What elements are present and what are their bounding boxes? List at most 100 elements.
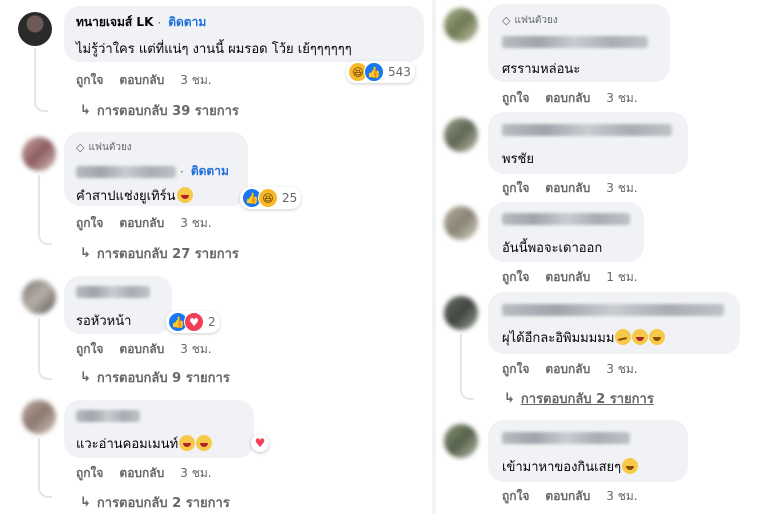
timestamp[interactable]: 1 ชม.	[606, 268, 637, 287]
reply-arrow-icon: ↳	[80, 103, 91, 118]
laughing-emoji-icon	[196, 435, 213, 451]
comment-actions: ถูกใจ ตอบกลับ 3 ชม.	[502, 179, 638, 198]
blurred-author-name[interactable]	[502, 36, 648, 48]
view-replies-label: การตอบกลับ 39 รายการ	[96, 104, 239, 119]
right-comment-column: ◇ แฟนตัวยง ศรรามหล่อนะ ถูกใจ ตอบกลับ 3 ช…	[438, 0, 774, 514]
reply-button[interactable]: ตอบกลับ	[119, 340, 164, 359]
comment-text-value: คำสาปแช่งยูเทิร์น	[76, 189, 176, 204]
reaction-summary[interactable]: 👍 ♥ 2	[166, 311, 220, 333]
reply-button[interactable]: ตอบกลับ	[545, 268, 590, 287]
blurred-author-name[interactable]	[76, 165, 176, 178]
timestamp[interactable]: 3 ชม.	[606, 89, 637, 108]
like-button[interactable]: ถูกใจ	[76, 464, 103, 483]
avatar[interactable]	[22, 400, 56, 434]
reply-arrow-icon: ↳	[80, 246, 91, 261]
view-replies-label: การตอบกลับ 2 รายการ	[96, 496, 230, 511]
reply-arrow-icon: ↳	[80, 370, 91, 385]
author-row	[502, 304, 724, 316]
comment-actions: ถูกใจ ตอบกลับ 3 ชม.	[76, 340, 212, 359]
reaction-count: 25	[282, 191, 298, 205]
author-row	[502, 213, 630, 225]
laughing-emoji-icon	[632, 329, 649, 345]
reaction-count: 543	[388, 65, 411, 79]
thread-line	[34, 48, 48, 112]
comment-text: ศรรามหล่อนะ	[502, 62, 581, 77]
comment-actions: ถูกใจ ตอบกลับ 3 ชม.	[502, 89, 638, 108]
blurred-author-name[interactable]	[76, 286, 150, 298]
comment-text: รอหัวหน้า	[76, 314, 132, 329]
blurred-author-name[interactable]	[76, 410, 140, 422]
follow-button[interactable]: ติดตาม	[168, 13, 206, 32]
reply-arrow-icon: ↳	[80, 495, 91, 510]
follow-button[interactable]: ติดตาม	[191, 162, 229, 181]
timestamp[interactable]: 3 ชม.	[180, 340, 211, 359]
avatar[interactable]	[444, 424, 478, 458]
comment-text: อันนี้พอจะเดาออก	[502, 241, 603, 256]
avatar[interactable]	[18, 12, 52, 46]
timestamp[interactable]: 3 ชม.	[606, 360, 637, 379]
view-replies-link[interactable]: ↳ การตอบกลับ 39 รายการ	[80, 100, 239, 121]
reaction-summary[interactable]: 😆 👍 543	[346, 61, 415, 83]
blurred-author-name[interactable]	[502, 213, 630, 225]
author-name[interactable]: ทนายเจมส์ LK	[76, 13, 153, 32]
timestamp[interactable]: 3 ชม.	[606, 179, 637, 198]
view-replies-label: การตอบกลับ 2 รายการ	[520, 392, 654, 407]
avatar[interactable]	[22, 280, 56, 314]
view-replies-link[interactable]: ↳ การตอบกลับ 9 รายการ	[80, 367, 230, 388]
comment-text: เข้ามาหาของกินเสยๆ	[502, 456, 639, 477]
like-button[interactable]: ถูกใจ	[76, 340, 103, 359]
comment-text: ไม่รู้ว่าใคร แต่ที่แน่ๆ งานนี้ ผมรอด โว้…	[76, 42, 352, 57]
love-reaction-icon[interactable]: ♥	[251, 434, 269, 452]
smirk-emoji-icon	[615, 329, 632, 345]
avatar[interactable]	[22, 137, 56, 171]
timestamp[interactable]: 3 ชม.	[180, 464, 211, 483]
diamond-badge-icon: ◇	[76, 141, 85, 154]
blurred-author-name[interactable]	[502, 124, 672, 136]
timestamp[interactable]: 3 ชม.	[180, 214, 211, 233]
like-button[interactable]: ถูกใจ	[502, 268, 529, 287]
avatar[interactable]	[444, 206, 478, 240]
fan-badge: ◇ แฟนตัวยง	[76, 140, 132, 155]
comment-text: ผุได้อีกละอิพิมมมมม	[502, 327, 666, 348]
author-row: ทนายเจมส์ LK · ติดตาม	[76, 13, 206, 32]
comment-text: พรชัย	[502, 152, 534, 167]
reply-button[interactable]: ตอบกลับ	[119, 214, 164, 233]
reply-button[interactable]: ตอบกลับ	[119, 71, 164, 90]
haha-reaction-icon: 😆	[258, 188, 278, 208]
grinning-emoji-icon	[622, 458, 639, 474]
avatar[interactable]	[444, 118, 478, 152]
thread-line	[38, 175, 52, 245]
like-button[interactable]: ถูกใจ	[76, 214, 103, 233]
view-replies-link[interactable]: ↳ การตอบกลับ 27 รายการ	[80, 243, 239, 264]
thread-line	[38, 318, 52, 380]
like-button[interactable]: ถูกใจ	[502, 179, 529, 198]
blurred-author-name[interactable]	[502, 432, 630, 444]
reply-button[interactable]: ตอบกลับ	[545, 89, 590, 108]
like-button[interactable]: ถูกใจ	[502, 89, 529, 108]
reply-button[interactable]: ตอบกลับ	[545, 360, 590, 379]
blurred-author-name[interactable]	[502, 304, 724, 316]
reply-button[interactable]: ตอบกลับ	[545, 179, 590, 198]
author-row	[76, 286, 150, 298]
comment-text-value: เข้ามาหาของกินเสยๆ	[502, 460, 622, 475]
comment-text-value: แวะอ่านคอมเมนท์	[76, 437, 179, 452]
reply-button[interactable]: ตอบกลับ	[119, 464, 164, 483]
view-replies-link[interactable]: ↳ การตอบกลับ 2 รายการ	[504, 388, 654, 409]
view-replies-link[interactable]: ↳ การตอบกลับ 2 รายการ	[80, 492, 230, 513]
comment-text: แวะอ่านคอมเมนท์	[76, 433, 213, 454]
column-divider	[432, 0, 436, 514]
fan-badge-label: แฟนตัวยง	[514, 15, 558, 26]
like-button[interactable]: ถูกใจ	[502, 360, 529, 379]
comment-actions: ถูกใจ ตอบกลับ 3 ชม.	[502, 487, 638, 506]
reaction-summary[interactable]: 👍 😆 25	[240, 187, 302, 209]
like-button[interactable]: ถูกใจ	[502, 487, 529, 506]
reply-button[interactable]: ตอบกลับ	[545, 487, 590, 506]
author-row	[502, 36, 648, 48]
timestamp[interactable]: 3 ชม.	[180, 71, 211, 90]
comment-actions: ถูกใจ ตอบกลับ 1 ชม.	[502, 268, 638, 287]
thread-line	[38, 438, 52, 498]
like-button[interactable]: ถูกใจ	[76, 71, 103, 90]
avatar[interactable]	[444, 296, 478, 330]
avatar[interactable]	[444, 8, 478, 42]
timestamp[interactable]: 3 ชม.	[606, 487, 637, 506]
